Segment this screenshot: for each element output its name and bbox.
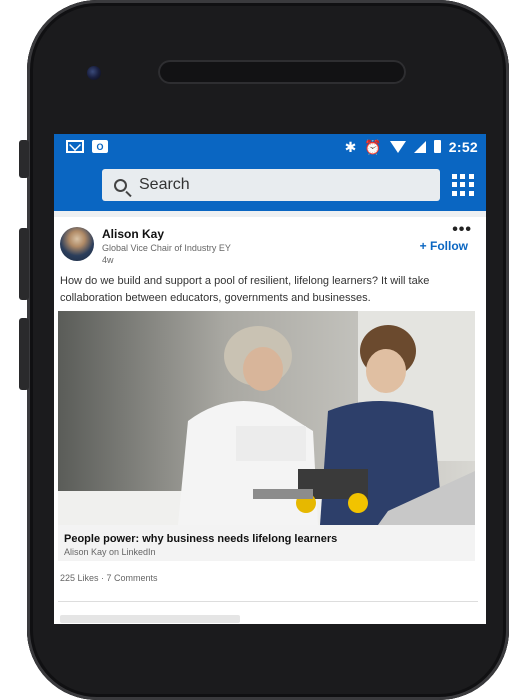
article-link[interactable]: People power: why business needs lifelon… bbox=[58, 525, 475, 561]
status-left-icons: O bbox=[66, 140, 108, 153]
article-photo bbox=[58, 311, 475, 525]
post-text: How do we build and support a pool of re… bbox=[60, 275, 430, 304]
feed-post-card: Alison Kay Global Vice Chair of Industry… bbox=[54, 217, 486, 624]
post-age: 4w bbox=[102, 255, 114, 265]
article-source: Alison Kay on LinkedIn bbox=[64, 547, 156, 557]
follow-button[interactable]: + Follow bbox=[420, 239, 468, 253]
author-headline: Global Vice Chair of Industry EY bbox=[102, 243, 231, 253]
phone-side-button bbox=[19, 140, 29, 178]
post-header: Alison Kay Global Vice Chair of Industry… bbox=[54, 217, 486, 271]
status-time: 2:52 bbox=[448, 138, 478, 155]
earpiece-speaker bbox=[158, 60, 406, 84]
front-camera-icon bbox=[87, 66, 101, 80]
more-options-icon[interactable]: ••• bbox=[452, 221, 472, 239]
article-image[interactable] bbox=[58, 311, 475, 525]
comment-preview-placeholder bbox=[60, 615, 240, 623]
battery-icon bbox=[433, 140, 441, 153]
author-name[interactable]: Alison Kay bbox=[102, 227, 164, 241]
volume-up-button bbox=[19, 228, 29, 300]
search-icon bbox=[114, 178, 127, 192]
alarm-icon: ⏰ bbox=[364, 138, 382, 155]
social-counts[interactable]: 225 Likes · 7 Comments bbox=[60, 573, 158, 583]
grid-icon[interactable] bbox=[452, 174, 474, 196]
phone-screen: O ✱ ⏰ 2:52 Search Alison Kay Global Vice… bbox=[54, 134, 486, 624]
article-title[interactable]: People power: why business needs lifelon… bbox=[64, 533, 337, 545]
gmail-icon bbox=[66, 140, 84, 153]
volume-down-button bbox=[19, 318, 29, 390]
status-bar: O ✱ ⏰ 2:52 bbox=[54, 134, 486, 159]
signal-icon bbox=[413, 140, 426, 153]
bluetooth-icon: ✱ bbox=[344, 138, 357, 155]
wifi-icon bbox=[389, 140, 406, 153]
search-input[interactable]: Search bbox=[102, 169, 440, 201]
divider bbox=[58, 601, 478, 602]
search-placeholder: Search bbox=[139, 176, 190, 193]
status-right-icons: ✱ ⏰ 2:52 bbox=[345, 139, 478, 155]
outlook-icon: O bbox=[92, 140, 108, 153]
avatar[interactable] bbox=[60, 227, 94, 261]
app-header: Search bbox=[54, 159, 486, 211]
